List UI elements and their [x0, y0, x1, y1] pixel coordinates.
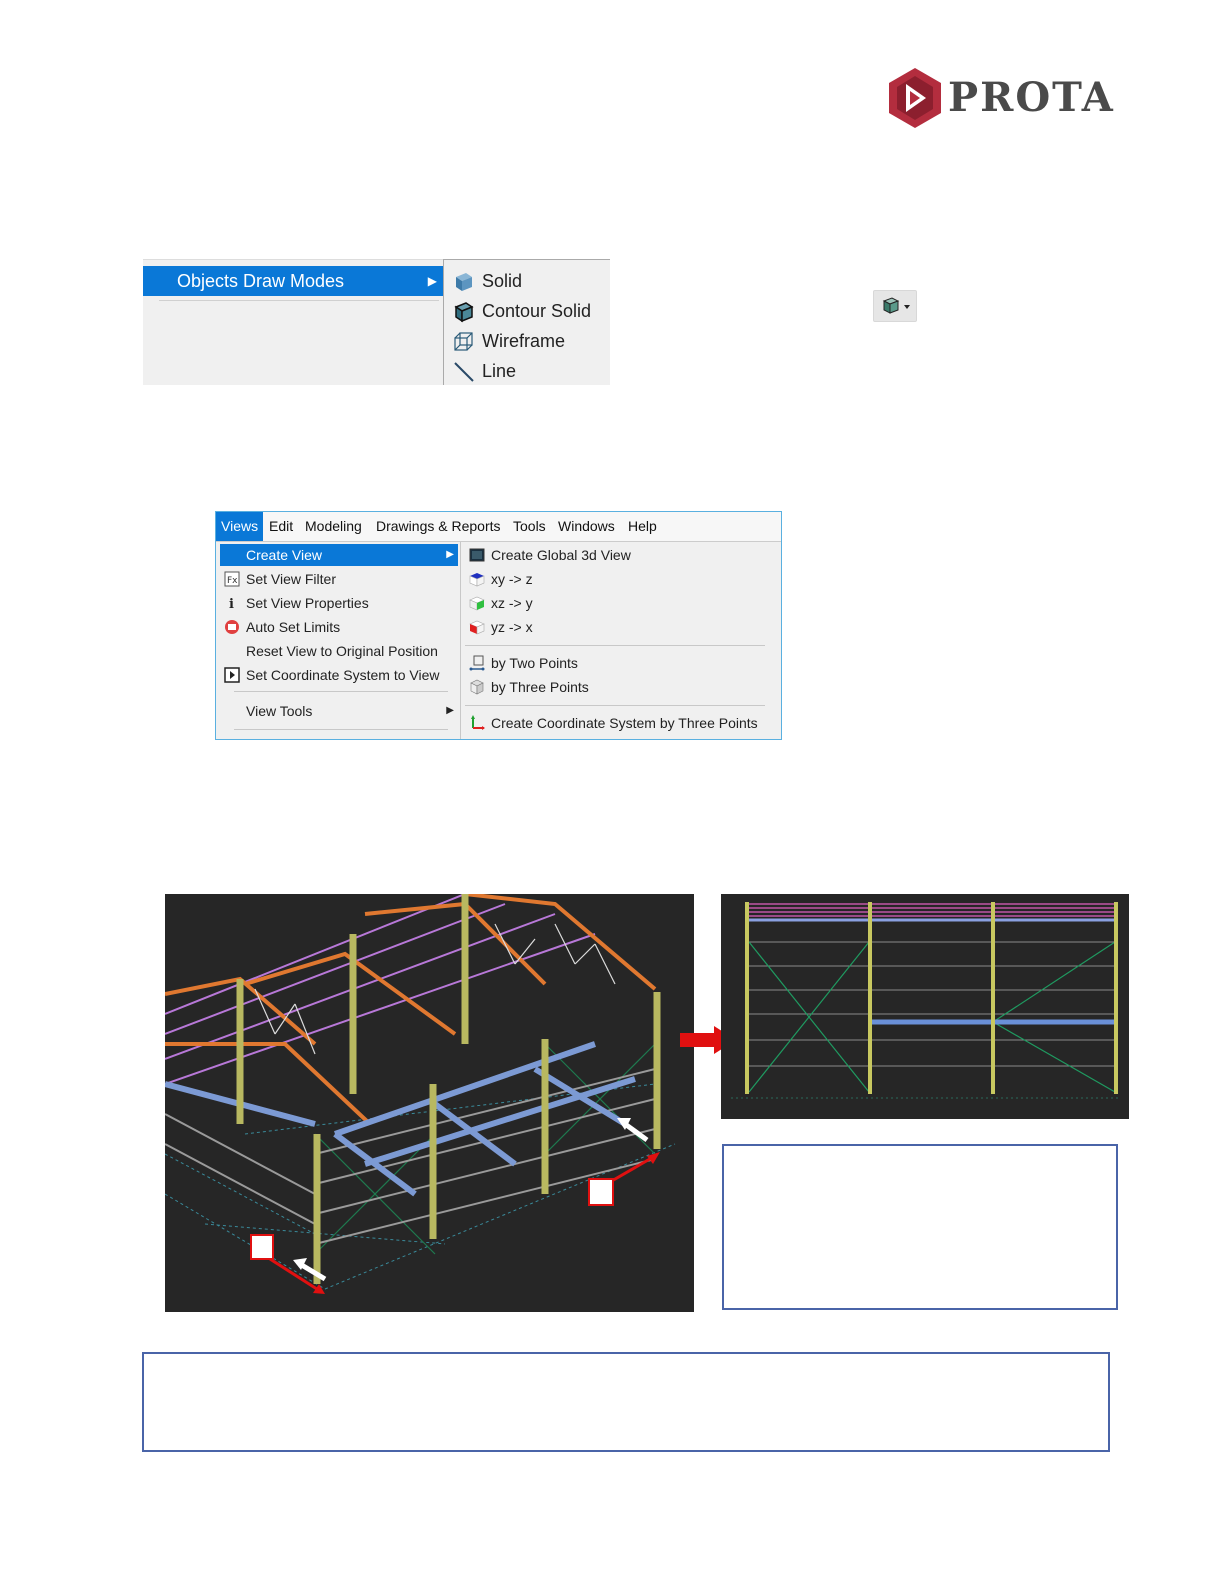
menubar-tools[interactable]: Tools	[508, 512, 551, 541]
menu-item-set-view-filter[interactable]: Fx Set View Filter	[220, 568, 458, 590]
menu-separator	[234, 691, 448, 692]
menubar-modeling[interactable]: Modeling	[300, 512, 367, 541]
menu-item-set-coordinate-system[interactable]: Set Coordinate System to View	[220, 664, 458, 686]
create-view-submenu: Create Global 3d View xy -> z xz -> y yz…	[461, 542, 781, 739]
elevation-viewport[interactable]	[721, 894, 1129, 1119]
xz-plane-icon	[469, 596, 485, 611]
menu-item-label: Objects Draw Modes	[177, 271, 345, 291]
menubar: Views Edit Modeling Drawings & Reports T…	[216, 512, 781, 542]
menu-item-create-view[interactable]: Create View ▶	[220, 544, 458, 566]
menu-item-auto-set-limits[interactable]: Auto Set Limits	[220, 616, 458, 638]
submenu-arrow-icon: ▶	[427, 274, 437, 288]
svg-text:Fx: Fx	[227, 576, 238, 586]
contour-solid-cube-icon	[454, 302, 474, 323]
callout-text-box	[722, 1144, 1118, 1310]
menu-item-label: Auto Set Limits	[246, 619, 341, 635]
filter-icon: Fx	[224, 571, 240, 587]
views-menu-window: Views Edit Modeling Drawings & Reports T…	[215, 511, 782, 740]
menu-item-label: Set Coordinate System to View	[246, 667, 440, 683]
menubar-views[interactable]: Views	[216, 512, 264, 541]
submenu-item-solid[interactable]: Solid	[452, 266, 522, 296]
views-menu-dropdown: Create View ▶ Fx Set View Filter i Set V…	[216, 542, 461, 739]
submenu-item-label: xy -> z	[491, 571, 533, 587]
submenu-item-label: Line	[482, 361, 517, 381]
menu-separator	[465, 645, 765, 646]
note-text-box	[142, 1352, 1110, 1452]
submenu-arrow-icon: ▶	[446, 705, 454, 716]
draw-mode-toolbar-button[interactable]	[873, 290, 917, 322]
submenu-item-label: Wireframe	[482, 331, 566, 351]
menu-item-label: Set View Filter	[246, 571, 336, 587]
logo-text: PROTA	[948, 74, 1115, 121]
menubar-windows[interactable]: Windows	[553, 512, 620, 541]
objects-draw-modes-menu: Objects Draw Modes ▶ Solid Contour Solid…	[143, 259, 610, 385]
steel-structure-3d-drawing	[164, 892, 676, 1294]
submenu-item-line[interactable]: Line	[452, 356, 516, 386]
submenu-item-label: by Three Points	[491, 679, 589, 695]
menu-item-label: View Tools	[246, 703, 313, 719]
global-3d-view-icon	[469, 548, 485, 562]
solid-cube-icon	[456, 273, 472, 292]
steel-structure-elevation-drawing	[731, 902, 1121, 1099]
draw-menu-left-pane: Objects Draw Modes ▶	[143, 259, 443, 385]
menu-item-objects-draw-modes[interactable]: Objects Draw Modes ▶	[143, 266, 443, 296]
two-points-icon	[469, 655, 485, 671]
menu-item-label: Set View Properties	[246, 595, 369, 611]
menu-item-label: Create View	[246, 547, 323, 563]
limits-icon	[225, 620, 239, 634]
svg-text:i: i	[229, 597, 234, 611]
menubar-edit[interactable]: Edit	[264, 512, 298, 541]
draw-mode-dropdown-icon	[882, 297, 910, 314]
menu-separator	[465, 705, 765, 706]
submenu-item-label: by Two Points	[491, 655, 578, 671]
menu-separator	[159, 300, 439, 301]
menubar-drawings-reports[interactable]: Drawings & Reports	[371, 512, 506, 541]
draw-modes-submenu: Solid Contour Solid Wireframe Line	[443, 259, 610, 385]
info-icon: i	[229, 597, 234, 611]
submenu-item-contour-solid[interactable]: Contour Solid	[452, 296, 591, 326]
prota-logo: PROTA	[886, 66, 1126, 130]
submenu-item-label: Contour Solid	[482, 301, 592, 321]
submenu-item-label: Create Coordinate System by Three Points	[491, 715, 758, 731]
three-points-icon	[470, 679, 484, 695]
menu-item-label: Reset View to Original Position	[246, 643, 438, 659]
submenu-item-label: yz -> x	[491, 619, 533, 635]
submenu-item-wireframe[interactable]: Wireframe	[452, 326, 565, 356]
coordinate-view-icon	[224, 667, 240, 683]
menu-separator	[234, 729, 448, 730]
menu-item-set-view-properties[interactable]: i Set View Properties	[220, 592, 458, 614]
coordinate-system-icon	[471, 715, 485, 730]
submenu-arrow-icon: ▶	[446, 549, 454, 560]
submenu-item-label: xz -> y	[491, 595, 533, 611]
xy-plane-icon	[469, 573, 485, 587]
yz-plane-icon	[469, 620, 485, 635]
menu-item-view-tools[interactable]: View Tools ▶	[220, 700, 458, 722]
line-icon	[454, 362, 474, 382]
menu-item-reset-view[interactable]: Reset View to Original Position	[220, 640, 458, 662]
menubar-help[interactable]: Help	[623, 512, 662, 541]
wireframe-cube-icon	[454, 332, 473, 351]
submenu-item-label: Solid	[482, 271, 523, 291]
prota-logo-mark-icon	[889, 68, 941, 128]
submenu-item-label: Create Global 3d View	[491, 547, 631, 563]
model-3d-viewport[interactable]	[164, 892, 694, 1312]
